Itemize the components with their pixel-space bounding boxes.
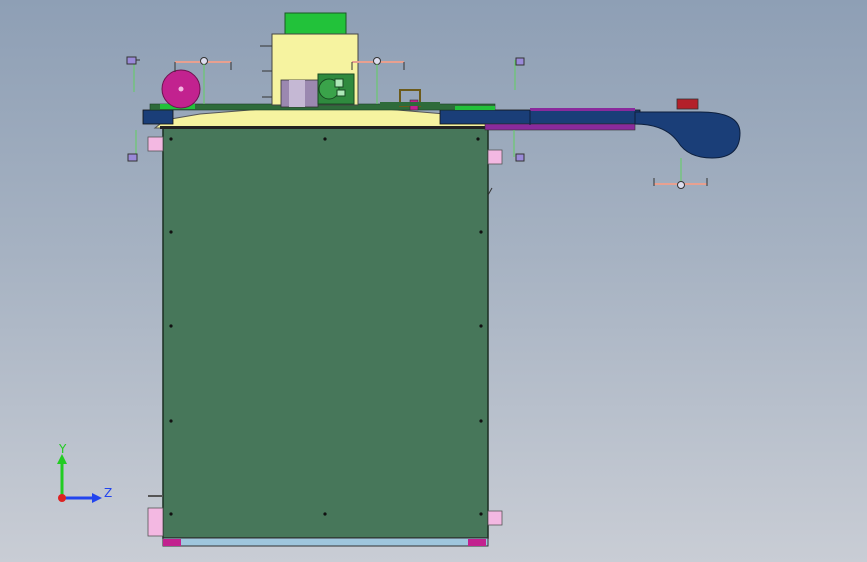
pulley-icon — [161, 69, 201, 109]
cad-graphics-viewport[interactable]: Y Z — [0, 0, 867, 562]
z-axis-label: Z — [104, 486, 112, 500]
origin-icon — [58, 494, 66, 502]
view-orientation-triad[interactable]: Y Z — [48, 440, 118, 510]
cabinet[interactable] — [147, 127, 503, 547]
assembly-model[interactable] — [0, 0, 867, 562]
y-axis-label: Y — [58, 442, 67, 456]
motor-icon — [317, 73, 355, 105]
